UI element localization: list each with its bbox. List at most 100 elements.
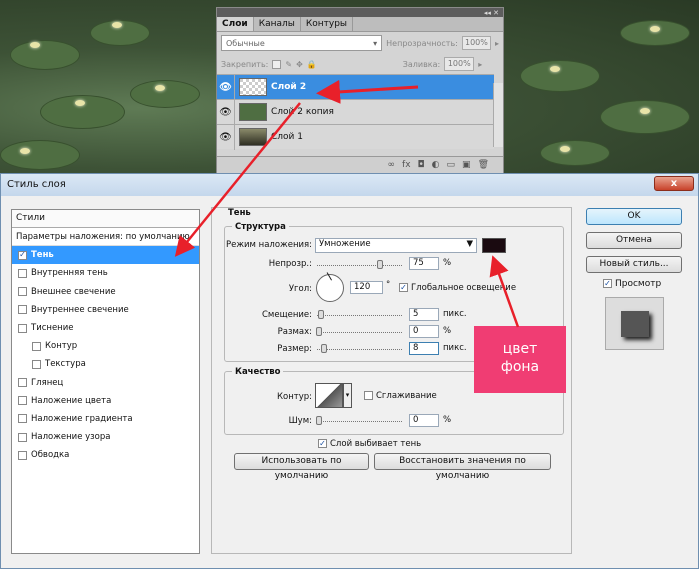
lock-paint-icon[interactable]: ✎ (285, 60, 292, 69)
chevron-down-icon: ▾ (373, 38, 378, 48)
tab-layers[interactable]: Слои (217, 17, 254, 31)
layers-panel: ◂◂ ✕ Слои Каналы Контуры Обычные ▾ Непро… (216, 7, 504, 174)
styles-header[interactable]: Стили (12, 210, 199, 228)
tab-channels[interactable]: Каналы (254, 17, 301, 31)
layer-thumbnail (239, 128, 267, 146)
ok-button[interactable]: OK (586, 208, 682, 225)
antialias-checkbox[interactable] (364, 391, 373, 400)
layer-row-layer-2-copy[interactable]: 👁 Слой 2 копия (217, 99, 494, 125)
contour-picker[interactable] (315, 383, 343, 408)
adjustment-icon[interactable]: ◐ (432, 160, 440, 170)
layer-name: Слой 1 (271, 132, 303, 142)
checkbox[interactable] (18, 268, 27, 278)
lock-move-icon[interactable]: ✥ (296, 60, 303, 69)
size-slider[interactable] (317, 349, 402, 350)
style-item-gradient-overlay[interactable]: Наложение градиента (12, 410, 199, 428)
preview-swatch (621, 311, 649, 337)
checkbox[interactable] (32, 359, 41, 369)
cancel-button[interactable]: Отмена (586, 232, 682, 249)
style-item-pattern-overlay[interactable]: Наложение узора (12, 428, 199, 446)
make-default-button[interactable]: Использовать по умолчанию (234, 453, 369, 481)
lock-all-icon[interactable]: 🔒 (307, 60, 317, 69)
blend-row: Обычные ▾ Непрозрачность: 100% ▸ (217, 32, 503, 54)
checkbox[interactable] (18, 414, 27, 424)
distance-input[interactable]: 5 (409, 308, 439, 321)
reset-default-button[interactable]: Восстановить значения по умолчанию (374, 453, 551, 481)
new-style-button[interactable]: Новый стиль... (586, 256, 682, 273)
percent-label: % (443, 326, 452, 336)
checkbox[interactable] (18, 432, 27, 442)
style-item-texture[interactable]: Текстура (12, 355, 199, 373)
flower (155, 85, 165, 91)
chevron-right-icon[interactable]: ▸ (495, 39, 499, 48)
style-item-inner-shadow[interactable]: Внутренняя тень (12, 264, 199, 282)
checkbox[interactable] (18, 378, 27, 388)
distance-slider[interactable] (317, 315, 402, 316)
layer-blend-mode-select[interactable]: Обычные ▾ (221, 35, 383, 51)
chevron-down-icon[interactable]: ▾ (343, 383, 352, 408)
style-item-drop-shadow[interactable]: ✓ Тень (12, 246, 199, 265)
blend-mode-select[interactable]: Умножение ▼ (315, 238, 477, 253)
knockout-checkbox[interactable]: ✓ (318, 439, 327, 448)
noise-input[interactable]: 0 (409, 414, 439, 427)
angle-input[interactable]: 120 (350, 281, 383, 294)
style-item-satin[interactable]: Глянец (12, 374, 199, 392)
spread-slider[interactable] (317, 332, 402, 333)
spread-slider-knob[interactable] (316, 327, 322, 336)
checkbox[interactable] (32, 341, 41, 351)
style-item-color-overlay[interactable]: Наложение цвета (12, 392, 199, 410)
layer-row-layer-1[interactable]: 👁 Слой 1 (217, 124, 494, 150)
noise-slider[interactable] (317, 421, 402, 422)
chevron-right-icon[interactable]: ▸ (478, 60, 482, 69)
checkbox[interactable] (18, 450, 27, 460)
opacity-input[interactable]: 100% (461, 36, 491, 50)
lock-transparency-icon[interactable] (272, 59, 282, 69)
spread-input[interactable]: 0 (409, 325, 439, 338)
style-item-stroke[interactable]: Обводка (12, 446, 199, 464)
noise-slider-knob[interactable] (316, 416, 322, 425)
shadow-color-swatch[interactable] (482, 238, 506, 253)
style-item-inner-glow[interactable]: Внутреннее свечение (12, 301, 199, 319)
chevron-down-icon: ▼ (466, 239, 473, 249)
checkbox[interactable]: ✓ (18, 250, 27, 260)
preview-checkbox[interactable]: ✓ (603, 279, 612, 288)
blending-options-item[interactable]: Параметры наложения: по умолчанию (12, 228, 199, 247)
tab-paths[interactable]: Контуры (301, 17, 354, 31)
checkbox[interactable] (18, 305, 27, 315)
spread-label: Размах: (277, 327, 312, 337)
layers-scrollbar[interactable] (493, 83, 503, 147)
close-button[interactable]: x (654, 176, 694, 191)
new-layer-icon[interactable]: ▣ (462, 160, 471, 170)
style-item-outer-glow[interactable]: Внешнее свечение (12, 283, 199, 301)
folder-icon[interactable]: ▭ (447, 160, 456, 170)
collapse-icon[interactable]: ◂◂ ✕ (484, 9, 499, 17)
size-slider-knob[interactable] (321, 344, 327, 353)
mask-icon[interactable]: ◘ (418, 160, 425, 170)
link-icon[interactable]: ∞ (388, 160, 396, 170)
eye-icon[interactable]: 👁 (217, 99, 235, 125)
fill-input[interactable]: 100% (444, 57, 475, 71)
style-item-label: Наложение цвета (31, 395, 112, 406)
checkbox[interactable] (18, 287, 27, 297)
layer-row-layer-2[interactable]: 👁 Слой 2 (217, 74, 494, 100)
global-light-checkbox[interactable]: ✓ (399, 283, 408, 292)
opacity-label: Непрозрачность: (386, 38, 458, 48)
trash-icon[interactable]: 🗑 (478, 160, 489, 170)
opacity-input[interactable]: 75 (409, 257, 439, 270)
angle-dial[interactable] (316, 272, 344, 302)
flower (650, 26, 660, 32)
eye-icon[interactable]: 👁 (217, 124, 235, 150)
flower (30, 42, 40, 48)
checkbox[interactable] (18, 396, 27, 406)
dialog-title: Стиль слоя (1, 174, 698, 196)
fx-icon[interactable]: fx (402, 160, 411, 170)
opacity-label: Непрозр.: (268, 259, 312, 269)
opacity-slider-knob[interactable] (377, 260, 383, 269)
checkbox[interactable] (18, 323, 27, 333)
style-item-bevel-emboss[interactable]: Тиснение (12, 319, 199, 337)
style-item-contour[interactable]: Контур (12, 337, 199, 355)
opacity-slider[interactable] (317, 265, 402, 266)
size-input[interactable]: 8 (409, 342, 439, 355)
distance-slider-knob[interactable] (318, 310, 324, 319)
eye-icon[interactable]: 👁 (217, 74, 235, 100)
